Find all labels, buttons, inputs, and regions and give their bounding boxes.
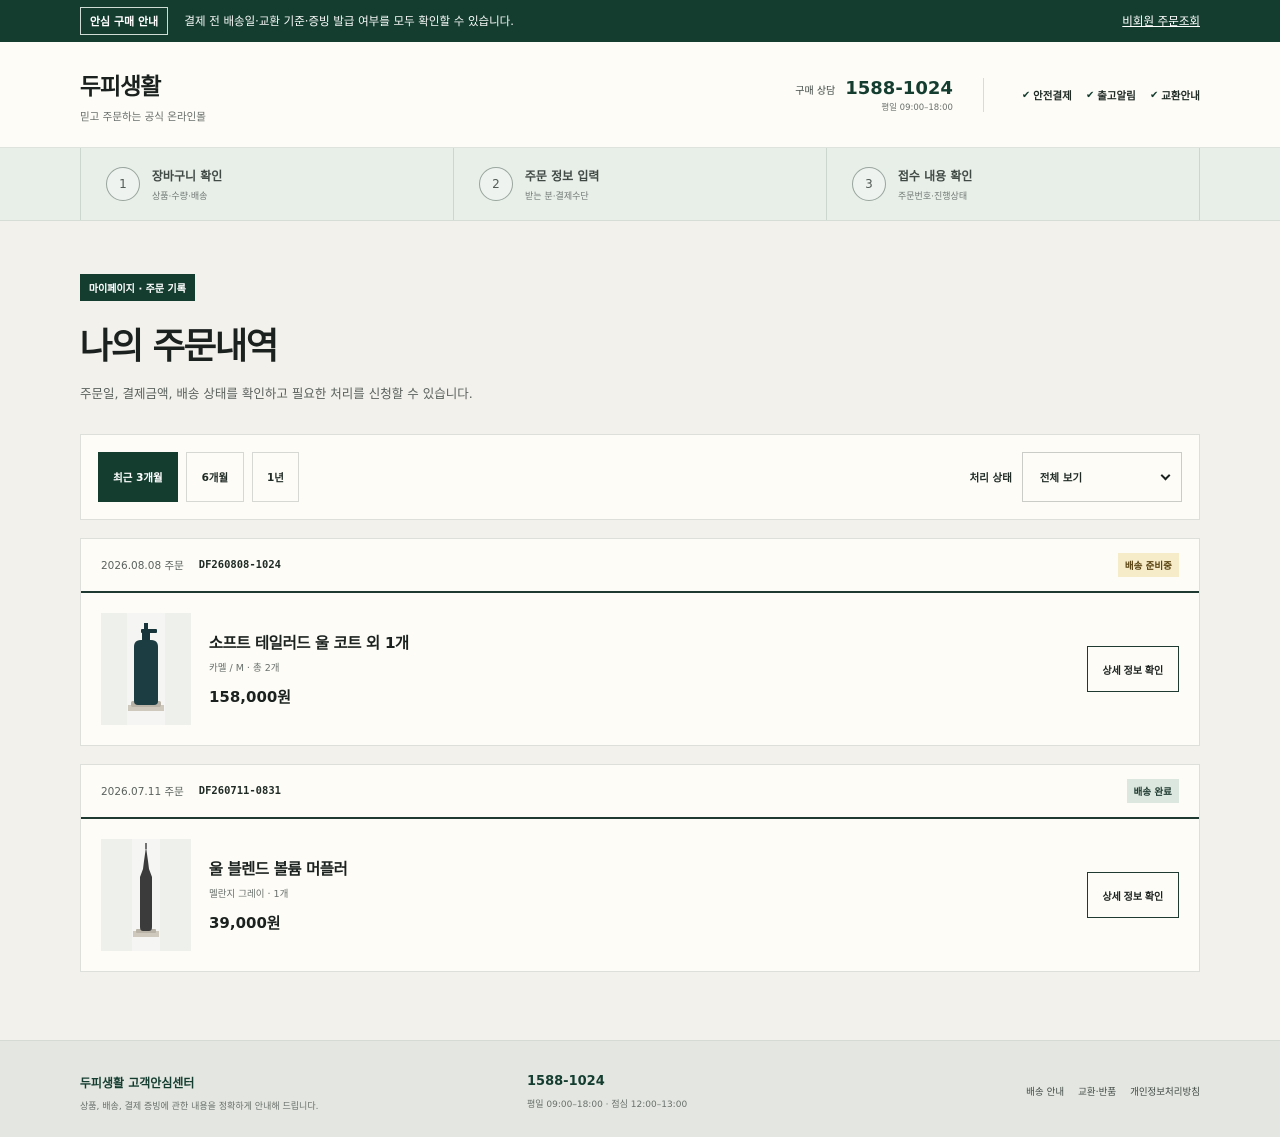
step-subtitle: 상품·수량·배송 — [152, 191, 208, 202]
status-badge: 배송 준비중 — [1117, 553, 1179, 577]
footer-phone[interactable]: 1588-1024 — [527, 1074, 687, 1089]
check-icon: ✔ — [1021, 89, 1031, 101]
nozzle-bottle-image — [132, 839, 160, 951]
period-1-year-button[interactable]: 1년 — [252, 452, 299, 502]
product-thumbnail[interactable] — [101, 613, 191, 725]
order-detail-button[interactable]: 상세 정보 확인 — [1087, 646, 1179, 692]
order-item: 울 블렌드 볼륨 머플러 멜란지 그레이 · 1개 39,000원 상세 정보 … — [81, 819, 1199, 971]
product-price: 39,000원 — [209, 914, 281, 932]
phone-number[interactable]: 1588-1024 — [845, 78, 953, 99]
product-option: 카멜 / M · 총 2개 — [209, 663, 280, 674]
product-option: 멜란지 그레이 · 1개 — [209, 889, 289, 900]
step-title: 주문 정보 입력 — [525, 168, 600, 183]
step-title: 접수 내용 확인 — [898, 168, 973, 183]
safe-purchase-badge[interactable]: 안심 구매 안내 — [80, 7, 169, 35]
pump-bottle-image — [127, 613, 165, 725]
main-content: 마이페이지 · 주문 기록 나의 주문내역 주문일, 결제금액, 배송 상태를 … — [0, 221, 1280, 1040]
step-confirm: 3 접수 내용 확인 주문번호·진행상태 — [827, 148, 1200, 220]
footer-hours: 평일 09:00–18:00 · 점심 12:00–13:00 — [527, 1100, 688, 1110]
order-card: 2026.07.11 주문 DF260711-0831 배송 완료 울 블렌드 … — [80, 764, 1200, 972]
footer-link-shipping[interactable]: 배송 안내 — [1026, 1084, 1064, 1112]
notice-message: 결제 전 배송일·교환 기준·증빙 발급 여부를 모두 확인할 수 있습니다. — [184, 14, 514, 28]
check-icon: ✔ — [1085, 89, 1095, 101]
site-footer: 두피생활 고객안심센터 상품, 배송, 결제 증빙에 관한 내용을 정확하게 안… — [0, 1040, 1280, 1137]
period-6-months-button[interactable]: 6개월 — [186, 452, 244, 502]
footer-title: 두피생활 고객안심센터 — [80, 1076, 195, 1090]
status-badge: 배송 완료 — [1126, 779, 1179, 803]
step-cart: 1 장바구니 확인 상품·수량·배송 — [81, 148, 454, 220]
footer-link-exchange[interactable]: 교환·반품 — [1078, 1084, 1116, 1112]
order-card: 2026.08.08 주문 DF260808-1024 배송 준비중 소프트 테… — [80, 538, 1200, 746]
top-notice-bar: 안심 구매 안내 결제 전 배송일·교환 기준·증빙 발급 여부를 모두 확인할… — [0, 0, 1280, 42]
site-header: 두피생활 믿고 주문하는 공식 온라인몰 구매 상담 1588-1024 평일 … — [0, 42, 1280, 148]
guest-order-lookup-link[interactable]: 비회원 주문조회 — [1122, 13, 1200, 29]
product-thumbnail[interactable] — [101, 839, 191, 951]
order-filter: 최근 3개월 6개월 1년 처리 상태 전체 보기 — [80, 434, 1200, 520]
step-title: 장바구니 확인 — [152, 168, 223, 183]
step-number: 2 — [479, 167, 513, 201]
phone-contact: 구매 상담 1588-1024 평일 09:00–18:00 — [795, 78, 984, 113]
order-date: 2026.07.11 주문 — [101, 785, 184, 798]
assurance-secure-payment: ✔ 안전결제 — [1021, 89, 1072, 102]
step-order-info: 2 주문 정보 입력 받는 분·결제수단 — [454, 148, 827, 220]
brand[interactable]: 두피생활 믿고 주문하는 공식 온라인몰 — [80, 67, 206, 124]
product-price: 158,000원 — [209, 688, 292, 706]
order-number: DF260711-0831 — [198, 785, 281, 797]
step-number: 3 — [852, 167, 886, 201]
assurance-shipping-alert: ✔ 출고알림 — [1085, 89, 1136, 102]
check-icon: ✔ — [1149, 89, 1159, 101]
order-header: 2026.07.11 주문 DF260711-0831 배송 완료 — [81, 765, 1199, 819]
footer-link-privacy[interactable]: 개인정보처리방침 — [1130, 1084, 1200, 1112]
status-filter-label: 처리 상태 — [969, 471, 1012, 484]
period-3-months-button[interactable]: 최근 3개월 — [98, 452, 178, 502]
order-detail-button[interactable]: 상세 정보 확인 — [1087, 872, 1179, 918]
status-filter-value: 전체 보기 — [1040, 471, 1083, 484]
page-description: 주문일, 결제금액, 배송 상태를 확인하고 필요한 처리를 신청할 수 있습니… — [80, 386, 473, 401]
chevron-down-icon — [1160, 470, 1171, 480]
order-header: 2026.08.08 주문 DF260808-1024 배송 준비중 — [81, 539, 1199, 593]
assurance-list: ✔ 안전결제 ✔ 출고알림 ✔ 교환안내 — [1022, 88, 1200, 103]
brand-subtitle: 믿고 주문하는 공식 온라인몰 — [80, 110, 206, 123]
order-steps: 1 장바구니 확인 상품·수량·배송 2 주문 정보 입력 받는 분·결제수단 … — [0, 148, 1280, 221]
phone-hours: 평일 09:00–18:00 — [881, 103, 953, 113]
footer-subtitle: 상품, 배송, 결제 증빙에 관한 내용을 정확하게 안내해 드립니다. — [80, 1102, 319, 1112]
phone-label: 구매 상담 — [795, 86, 836, 97]
step-number: 1 — [106, 167, 140, 201]
assurance-exchange-info: ✔ 교환안내 — [1149, 89, 1200, 102]
footer-links: 배송 안내 교환·반품 개인정보처리방침 — [1012, 1074, 1200, 1112]
step-subtitle: 주문번호·진행상태 — [898, 191, 968, 202]
brand-title: 두피생활 — [80, 73, 162, 100]
page-kicker: 마이페이지 · 주문 기록 — [80, 274, 196, 301]
status-filter-select[interactable]: 전체 보기 — [1022, 452, 1182, 502]
order-item: 소프트 테일러드 울 코트 외 1개 카멜 / M · 총 2개 158,000… — [81, 593, 1199, 745]
product-name[interactable]: 울 블렌드 볼륨 머플러 — [209, 857, 348, 879]
order-number: DF260808-1024 — [198, 559, 281, 571]
step-subtitle: 받는 분·결제수단 — [525, 191, 589, 202]
order-date: 2026.08.08 주문 — [101, 559, 184, 572]
product-name[interactable]: 소프트 테일러드 울 코트 외 1개 — [209, 631, 409, 653]
page-title: 나의 주문내역 — [80, 326, 279, 367]
